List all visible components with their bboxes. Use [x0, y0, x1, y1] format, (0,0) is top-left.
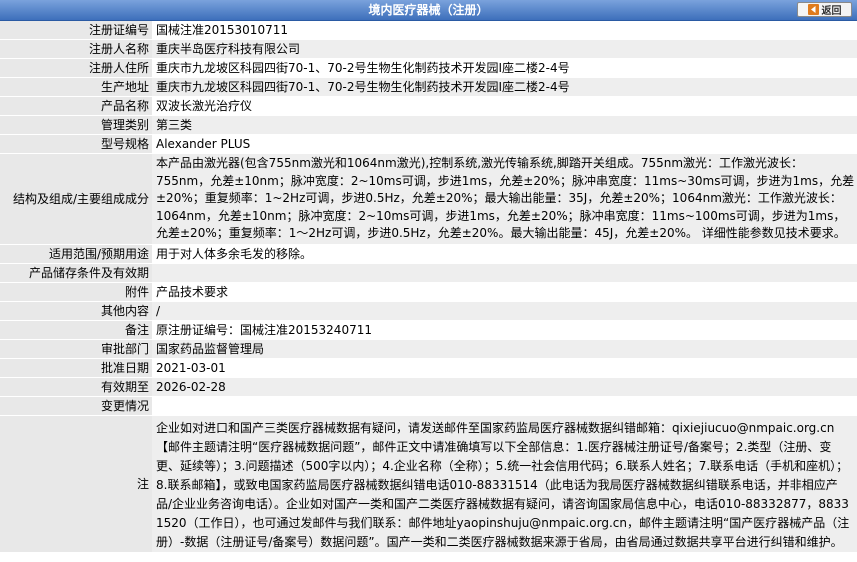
field-value: 双波长激光治疗仪: [152, 96, 857, 116]
field-value: [152, 263, 857, 283]
field-label: 其他内容: [0, 301, 152, 321]
table-row: 型号规格 Alexander PLUS: [0, 134, 857, 154]
field-label: 型号规格: [0, 134, 152, 154]
table-row: 管理类别 第三类: [0, 115, 857, 135]
page-header: 境内医疗器械（注册） 返回: [0, 0, 857, 21]
field-label: 注册证编号: [0, 21, 152, 40]
field-value: 重庆市九龙坡区科园四街70-1、70-2号生物生化制药技术开发园I座二楼2-4号: [152, 58, 857, 78]
field-value: 产品技术要求: [152, 282, 857, 302]
field-value: 国家药品监督管理局: [152, 339, 857, 359]
table-row: 有效期至 2026-02-28: [0, 377, 857, 397]
table-row: 注册人名称 重庆半岛医疗科技有限公司: [0, 39, 857, 59]
table-row: 注册证编号 国械注准20153010711: [0, 21, 857, 40]
table-row: 结构及组成/主要组成成分 本产品由激光器(包含755nm激光和1064nm激光)…: [0, 153, 857, 245]
back-button[interactable]: 返回: [797, 2, 852, 17]
table-row: 变更情况: [0, 396, 857, 416]
field-value: 原注册证编号：国械注准20153240711: [152, 320, 857, 340]
field-value: Alexander PLUS: [152, 134, 857, 154]
field-label: 有效期至: [0, 377, 152, 397]
note-row: 注 企业如对进口和国产三类医疗器械数据有疑问，请发送邮件至国家药监局医疗器械数据…: [0, 415, 857, 553]
field-label: 注册人名称: [0, 39, 152, 59]
field-label: 批准日期: [0, 358, 152, 378]
note-text: 企业如对进口和国产三类医疗器械数据有疑问，请发送邮件至国家药监局医疗器械数据纠错…: [156, 420, 850, 549]
table-row: 生产地址 重庆市九龙坡区科园四街70-1、70-2号生物生化制药技术开发园I座二…: [0, 77, 857, 97]
field-label: 生产地址: [0, 77, 152, 97]
field-label: 产品储存条件及有效期: [0, 263, 152, 283]
field-value: [152, 396, 857, 416]
field-value: 重庆市九龙坡区科园四街70-1、70-2号生物生化制药技术开发园I座二楼2-4号: [152, 77, 857, 97]
table-row: 适用范围/预期用途 用于对人体多余毛发的移除。: [0, 244, 857, 264]
back-arrow-icon: [807, 4, 819, 15]
table-row: 备注 原注册证编号：国械注准20153240711: [0, 320, 857, 340]
note-label: 注: [0, 415, 152, 553]
field-label: 管理类别: [0, 115, 152, 135]
field-value: 重庆半岛医疗科技有限公司: [152, 39, 857, 59]
field-label: 变更情况: [0, 396, 152, 416]
field-value: 2021-03-01: [152, 358, 857, 378]
field-value: 第三类: [152, 115, 857, 135]
field-label: 注册人住所: [0, 58, 152, 78]
page-title: 境内医疗器械（注册）: [368, 3, 489, 17]
field-label: 产品名称: [0, 96, 152, 116]
field-label: 审批部门: [0, 339, 152, 359]
field-value: 用于对人体多余毛发的移除。: [152, 244, 857, 264]
field-value: 本产品由激光器(包含755nm激光和1064nm激光),控制系统,激光传输系统,…: [152, 153, 857, 245]
field-label: 结构及组成/主要组成成分: [0, 153, 152, 245]
field-value: /: [152, 301, 857, 321]
table-row: 审批部门 国家药品监督管理局: [0, 339, 857, 359]
field-value: 国械注准20153010711: [152, 21, 857, 40]
back-button-label: 返回: [821, 6, 842, 17]
table-row: 产品储存条件及有效期: [0, 263, 857, 283]
note-value: 企业如对进口和国产三类医疗器械数据有疑问，请发送邮件至国家药监局医疗器械数据纠错…: [152, 415, 857, 553]
table-row: 附件 产品技术要求: [0, 282, 857, 302]
field-label: 附件: [0, 282, 152, 302]
table-row: 其他内容 /: [0, 301, 857, 321]
field-label: 适用范围/预期用途: [0, 244, 152, 264]
table-row: 批准日期 2021-03-01: [0, 358, 857, 378]
table-row: 注册人住所 重庆市九龙坡区科园四街70-1、70-2号生物生化制药技术开发园I座…: [0, 58, 857, 78]
field-value: 2026-02-28: [152, 377, 857, 397]
table-row: 产品名称 双波长激光治疗仪: [0, 96, 857, 116]
field-label: 备注: [0, 320, 152, 340]
device-detail-page: 境内医疗器械（注册） 返回 注册证编号 国械注准20153010711 注册人名…: [0, 0, 857, 562]
detail-table: 注册证编号 国械注准20153010711 注册人名称 重庆半岛医疗科技有限公司…: [0, 21, 857, 553]
